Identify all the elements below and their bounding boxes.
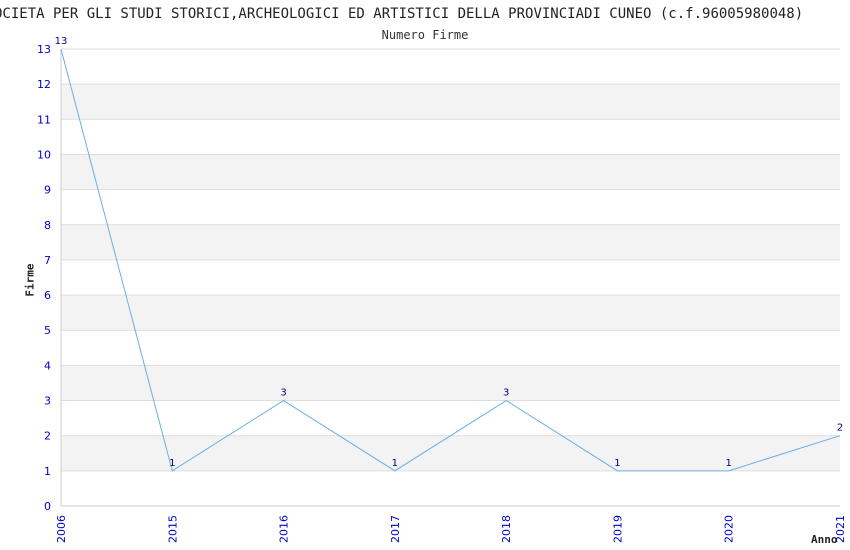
grid-band	[61, 119, 840, 155]
x-tick-label: 2016	[278, 515, 291, 543]
y-tick-label: 3	[44, 395, 51, 408]
data-label: 3	[503, 388, 509, 399]
grid-band	[61, 295, 840, 331]
y-tick-label: 10	[37, 148, 51, 161]
x-tick-label: 2006	[55, 515, 68, 543]
line-chart: 0123456789101112132006 2015 2016 2017 2018 20…	[37, 36, 847, 543]
x-tick-label: 2018	[500, 515, 513, 543]
y-tick-label: 5	[44, 324, 51, 337]
y-tick-label: 11	[37, 113, 51, 126]
data-label: 2	[837, 423, 843, 434]
data-label: 1	[726, 458, 732, 469]
grid-band	[61, 259, 840, 296]
data-label: 1	[614, 458, 620, 469]
grid-band	[61, 154, 840, 190]
x-tick-label: 2020	[723, 515, 736, 543]
y-tick-label: 6	[44, 289, 51, 302]
grid-band	[61, 330, 840, 366]
grid-band	[61, 365, 840, 401]
y-tick-label: 2	[44, 430, 51, 443]
grid-band	[61, 224, 840, 260]
data-label: 3	[280, 388, 286, 399]
grid-band	[61, 84, 840, 120]
data-label: 1	[392, 458, 398, 469]
y-tick-label: 8	[44, 219, 51, 232]
x-tick-label: 2021	[834, 515, 847, 543]
grid-band	[61, 435, 840, 471]
y-tick-label: 9	[44, 184, 51, 197]
grid-band	[61, 189, 840, 225]
grid-band	[61, 400, 840, 436]
y-tick-label: 13	[37, 43, 51, 56]
x-tick-label: 2017	[389, 515, 402, 543]
y-tick-label: 4	[44, 359, 51, 372]
y-tick-label: 1	[44, 465, 51, 478]
y-tick-label: 12	[37, 78, 51, 91]
x-tick-label: 2015	[166, 515, 179, 543]
grid-band	[61, 470, 840, 506]
x-tick-label: 2019	[611, 515, 624, 543]
data-label: 1	[169, 458, 175, 469]
y-tick-label: 7	[44, 254, 51, 267]
grid-band	[61, 49, 840, 85]
y-tick-label: 0	[44, 500, 51, 513]
data-label: 13	[55, 36, 68, 47]
